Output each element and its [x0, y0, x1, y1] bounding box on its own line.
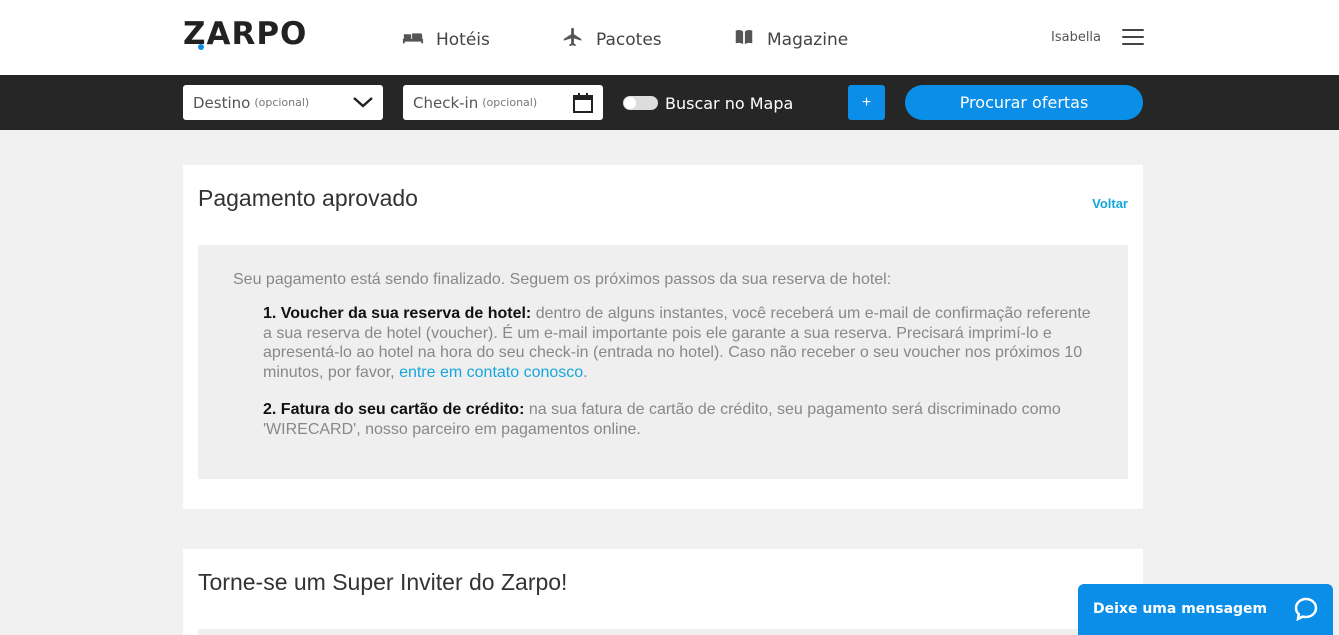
- next-steps-list: 1. Voucher da sua reserva de hotel: dent…: [263, 304, 1098, 457]
- user-name[interactable]: Isabella: [1051, 30, 1101, 45]
- nav-magazine[interactable]: Magazine: [733, 26, 848, 53]
- payment-intro: Seu pagamento está sendo finalizado. Seg…: [233, 271, 892, 288]
- chat-label: Deixe uma mensagem: [1093, 601, 1268, 617]
- nav-hotels-label: Hotéis: [436, 29, 490, 50]
- step-invoice: 2. Fatura do seu cartão de crédito: na s…: [263, 400, 1098, 439]
- nav-magazine-label: Magazine: [767, 29, 849, 50]
- step-voucher: 1. Voucher da sua reserva de hotel: dent…: [263, 304, 1098, 382]
- search-bar: Destino (opcional) Check-in (opcional) B…: [0, 75, 1339, 130]
- inviter-content-box: [198, 629, 1128, 635]
- checkin-field[interactable]: Check-in (opcional): [403, 85, 603, 120]
- logo-dot: [198, 44, 204, 50]
- step-invoice-title: 2. Fatura do seu cartão de crédito:: [263, 401, 525, 418]
- hamburger-menu-icon[interactable]: [1122, 29, 1144, 47]
- inviter-title: Torne-se um Super Inviter do Zarpo!: [198, 569, 568, 595]
- destination-select[interactable]: Destino (opcional): [183, 85, 383, 120]
- zarpo-logo[interactable]: ZARPO: [183, 16, 307, 52]
- top-header: ZARPO Hotéis Pacotes Magazine Isabella: [0, 0, 1339, 75]
- map-search-label: Buscar no Mapa: [665, 94, 794, 113]
- checkin-optional: (opcional): [482, 96, 538, 109]
- payment-info-box: Seu pagamento está sendo finalizado. Seg…: [198, 245, 1128, 479]
- chat-bubble-icon: [1294, 597, 1318, 626]
- step-voucher-title: 1. Voucher da sua reserva de hotel:: [263, 305, 532, 322]
- payment-title: Pagamento aprovado: [198, 185, 418, 211]
- calendar-icon: [572, 92, 594, 118]
- nav-packages-label: Pacotes: [596, 29, 662, 50]
- bed-icon: [402, 26, 424, 53]
- destination-label: Destino: [193, 93, 251, 112]
- map-search-toggle[interactable]: [623, 96, 658, 110]
- contact-us-link[interactable]: entre em contato conosco: [399, 364, 583, 381]
- nav-packages[interactable]: Pacotes: [562, 26, 662, 53]
- search-offers-button[interactable]: Procurar ofertas: [905, 85, 1143, 120]
- step-voucher-end: .: [583, 363, 588, 381]
- airplane-icon: [562, 26, 584, 53]
- leave-message-chat-button[interactable]: Deixe uma mensagem: [1078, 584, 1333, 635]
- super-inviter-card: Torne-se um Super Inviter do Zarpo!: [183, 549, 1143, 635]
- book-icon: [733, 26, 755, 53]
- back-link[interactable]: Voltar: [1092, 196, 1128, 211]
- nav-hotels[interactable]: Hotéis: [402, 26, 490, 53]
- destination-optional: (opcional): [254, 96, 310, 109]
- more-options-button[interactable]: +: [848, 85, 885, 120]
- chevron-down-icon: [352, 92, 374, 116]
- payment-approved-card: Pagamento aprovado Voltar Seu pagamento …: [183, 165, 1143, 509]
- checkin-label: Check-in: [413, 93, 479, 112]
